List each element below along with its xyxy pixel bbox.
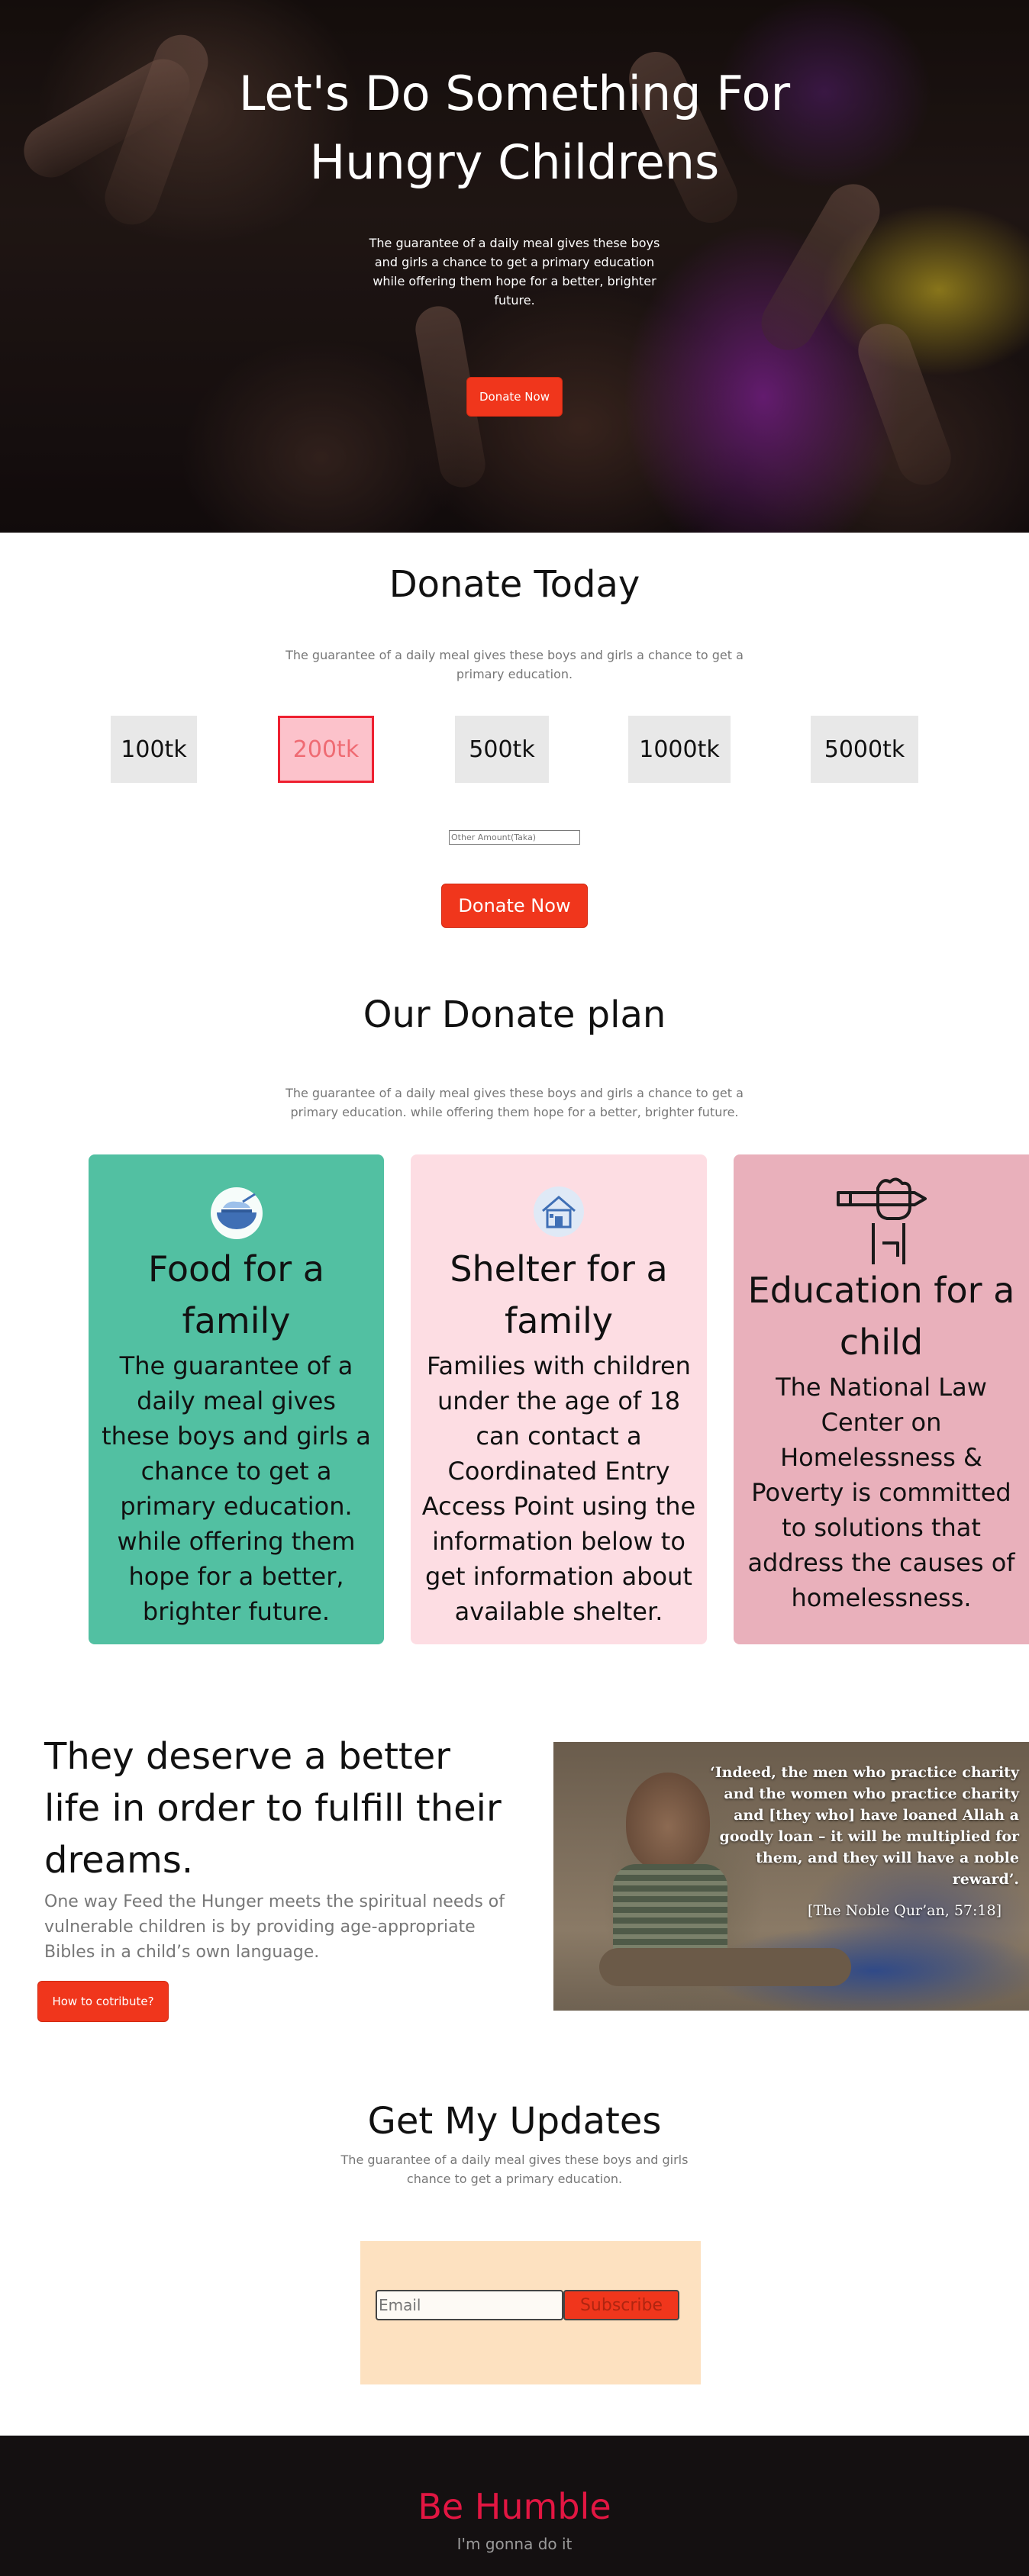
amount-option-1000[interactable]: 1000tk bbox=[628, 716, 731, 783]
amount-option-100[interactable]: 100tk bbox=[111, 716, 197, 783]
email-input[interactable] bbox=[376, 2290, 563, 2320]
plan-card-food: Food for a family The guarantee of a dai… bbox=[89, 1154, 384, 1644]
contribute-button[interactable]: How to cotribute? bbox=[37, 1981, 169, 2022]
plan-card-shelter: Shelter for a family Families with child… bbox=[411, 1154, 707, 1644]
card-title: Education for a child bbox=[747, 1270, 1015, 1363]
donate-subtitle: The guarantee of a daily meal gives thes… bbox=[285, 648, 744, 681]
footer-text: I'm gonna do it bbox=[456, 2535, 573, 2553]
card-text: The National Law Center on Homelessness … bbox=[747, 1373, 1015, 1612]
quote-source: [The Noble Qur’an, 57:18] bbox=[808, 1902, 1002, 1919]
hero-text: The guarantee of a daily meal gives thes… bbox=[369, 236, 660, 308]
hero-section: Let's Do Something For Hungry Childrens … bbox=[0, 0, 1029, 533]
hand-pencil-icon bbox=[832, 1170, 931, 1272]
child-photo-with-quote: ‘Indeed, the men who practice charity an… bbox=[553, 1742, 1029, 2011]
better-life-title: They deserve a better life in order to f… bbox=[44, 1735, 502, 1882]
updates-title: Get My Updates bbox=[367, 2100, 662, 2143]
donate-title: Donate Today bbox=[389, 563, 640, 606]
donate-now-button[interactable]: Donate Now bbox=[441, 884, 588, 928]
card-title: Shelter for a family bbox=[450, 1248, 668, 1341]
card-title: Food for a family bbox=[148, 1248, 324, 1341]
updates-subtitle: The guarantee of a daily meal gives thes… bbox=[340, 2153, 689, 2186]
plan-subtitle: The guarantee of a daily meal gives thes… bbox=[285, 1086, 744, 1119]
child-photo-detail bbox=[599, 1948, 851, 1986]
other-amount-input[interactable] bbox=[449, 830, 580, 845]
card-text: The guarantee of a daily meal gives thes… bbox=[102, 1351, 371, 1626]
hero-title: Let's Do Something For Hungry Childrens bbox=[238, 66, 791, 190]
amount-option-200-selected[interactable]: 200tk bbox=[278, 716, 374, 783]
card-text: Families with children under the age of … bbox=[421, 1351, 696, 1626]
house-icon bbox=[532, 1185, 585, 1241]
quran-quote: ‘Indeed, the men who practice charity an… bbox=[710, 1764, 1019, 1888]
subscribe-button[interactable]: Subscribe bbox=[563, 2290, 679, 2320]
footer-title: Be Humble bbox=[418, 2486, 611, 2527]
amount-option-5000[interactable]: 5000tk bbox=[811, 716, 918, 783]
hero-content: Let's Do Something For Hungry Childrens … bbox=[0, 0, 1029, 533]
hero-donate-button[interactable]: Donate Now bbox=[466, 377, 563, 417]
amount-option-500[interactable]: 500tk bbox=[455, 716, 549, 783]
food-bowl-icon bbox=[206, 1187, 267, 1243]
plan-title: Our Donate plan bbox=[363, 993, 666, 1036]
subscribe-box: Subscribe bbox=[360, 2241, 701, 2384]
footer: Be Humble I'm gonna do it bbox=[0, 2436, 1029, 2576]
child-photo-detail bbox=[626, 1773, 710, 1872]
better-life-text: One way Feed the Hunger meets the spirit… bbox=[44, 1892, 505, 1962]
plan-card-education: Education for a child The National Law C… bbox=[734, 1154, 1029, 1644]
